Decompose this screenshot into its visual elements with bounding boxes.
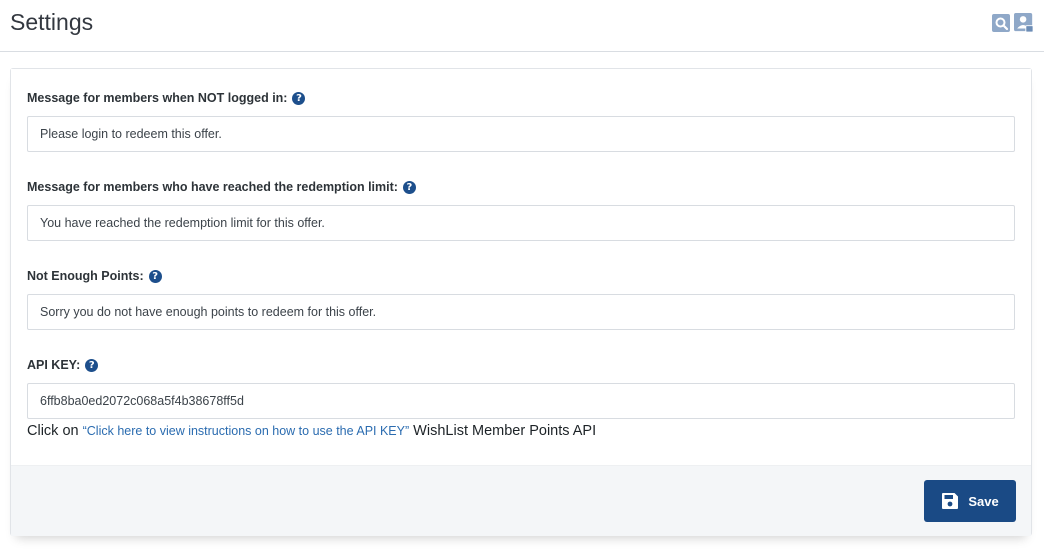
field-label-redemption-limit: Message for members who have reached the…	[27, 180, 416, 194]
api-key-input[interactable]	[27, 383, 1015, 419]
field-label-api-key: API KEY: ?	[27, 358, 99, 372]
save-button-label: Save	[968, 493, 999, 509]
redemption-limit-message-input[interactable]	[27, 205, 1015, 241]
api-instructions-link[interactable]: “Click here to view instructions on how …	[83, 424, 410, 438]
search-icon[interactable]	[992, 12, 1012, 34]
user-icon[interactable]	[1014, 12, 1034, 34]
not-logged-in-message-input[interactable]	[27, 116, 1015, 152]
api-note-suffix: WishList Member Points API	[409, 423, 597, 439]
page-header: Settings	[0, 0, 1044, 52]
save-button[interactable]: Save	[924, 480, 1016, 522]
field-label-text: API KEY:	[27, 358, 81, 372]
not-enough-points-message-input[interactable]	[27, 294, 1015, 330]
api-note-prefix: Click on	[27, 423, 83, 439]
settings-form: Message for members when NOT logged in: …	[11, 69, 1031, 465]
help-icon[interactable]: ?	[85, 358, 99, 372]
settings-panel: Message for members when NOT logged in: …	[10, 68, 1032, 536]
page-title: Settings	[10, 9, 94, 35]
field-label-text: Message for members who have reached the…	[27, 180, 398, 194]
field-label-text: Message for members when NOT logged in:	[27, 91, 288, 105]
help-icon[interactable]: ?	[292, 91, 306, 105]
header-icons	[992, 12, 1034, 34]
field-label-not-logged-in: Message for members when NOT logged in: …	[27, 91, 306, 105]
field-label-not-enough-points: Not Enough Points: ?	[27, 269, 162, 283]
field-label-text: Not Enough Points:	[27, 269, 144, 283]
help-icon[interactable]: ?	[148, 269, 162, 283]
floppy-disk-icon	[942, 493, 959, 509]
api-instructions-note: Click on “Click here to view instruction…	[27, 423, 596, 439]
panel-footer: Save	[11, 465, 1031, 536]
help-icon[interactable]: ?	[402, 180, 416, 194]
